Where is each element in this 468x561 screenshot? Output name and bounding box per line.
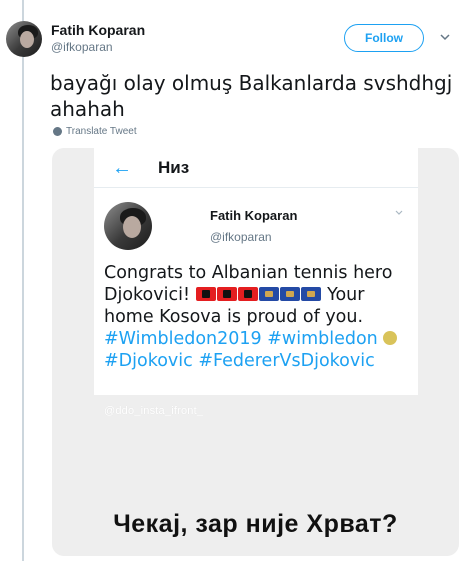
translate-tweet-link[interactable]: Translate Tweet [53, 126, 137, 137]
quoted-hashtags-line1: #Wimbledon2019 #wimbledon [104, 329, 378, 349]
screenshot-phone-view: ← Низ Fatih Koparan @ifkoparan Congrats … [94, 148, 418, 395]
albania-flag-icon [195, 287, 216, 301]
author-name[interactable]: Fatih Koparan [51, 22, 145, 38]
back-arrow-icon: ← [112, 157, 132, 179]
thread-line [22, 0, 24, 561]
translate-label: Translate Tweet [66, 126, 137, 137]
albania-flag-icon [237, 287, 258, 301]
globe-icon [53, 127, 62, 136]
tennis-ball-icon [383, 331, 398, 345]
quoted-author-name: Fatih Koparan [210, 208, 298, 223]
watermark-text: @ddo_insta_ifront_ [104, 405, 204, 417]
quoted-chevron-icon [395, 210, 403, 215]
screenshot-header: ← Низ [94, 148, 418, 188]
meme-caption: Чекај, зар није Хрват? [113, 510, 398, 538]
kosovo-flag-icon [258, 287, 279, 301]
author-handle[interactable]: @ifkoparan [51, 40, 113, 54]
quoted-avatar [104, 202, 152, 250]
albania-flag-icon [216, 287, 237, 301]
screenshot-title: Низ [158, 158, 190, 177]
tweet-media-image[interactable]: ← Низ Fatih Koparan @ifkoparan Congrats … [52, 148, 459, 556]
author-avatar[interactable] [6, 21, 42, 57]
tweet-text: bayağı olay olmuş Balkanlarda svshdhgj a… [50, 71, 453, 121]
quoted-tweet-text: Congrats to Albanian tennis hero Djokovi… [104, 262, 414, 372]
quoted-hashtags-line2: #Djokovic #FedererVsDjokovic [104, 351, 375, 371]
quoted-author-handle: @ifkoparan [210, 230, 272, 244]
chevron-down-icon[interactable] [438, 30, 452, 44]
kosovo-flag-icon [300, 287, 321, 301]
follow-button[interactable]: Follow [344, 24, 424, 52]
kosovo-flag-icon [279, 287, 300, 301]
